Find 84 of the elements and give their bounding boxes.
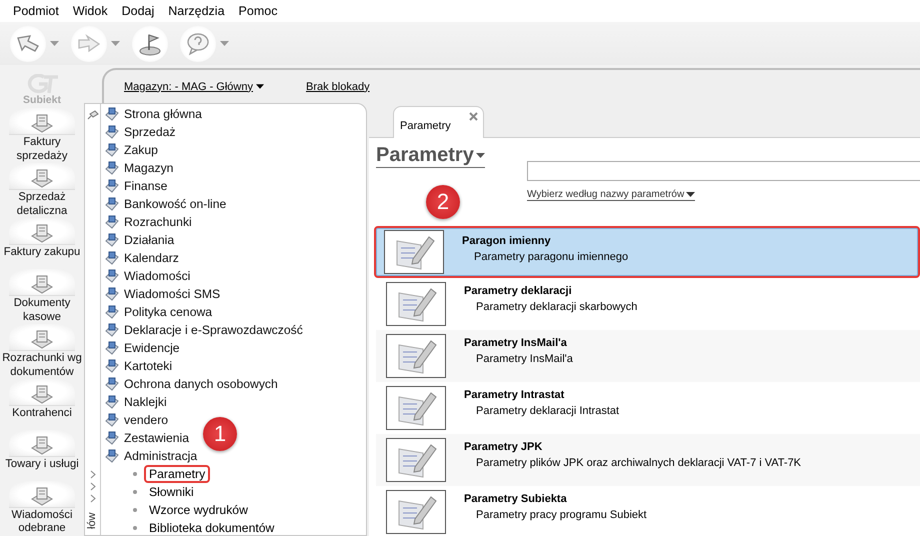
document-icon	[104, 394, 120, 410]
tree-item[interactable]: Zakup	[124, 143, 158, 157]
tree-item[interactable]: Strona główna	[124, 107, 202, 121]
tree-item[interactable]: Wiadomości	[124, 269, 190, 283]
document-icon	[104, 268, 120, 284]
search-field[interactable]	[527, 161, 920, 181]
nav-item[interactable]: Faktury sprzedaży	[0, 136, 84, 164]
toolbar-button[interactable]	[180, 26, 229, 62]
tree-item[interactable]: Zestawienia	[124, 431, 190, 445]
document-icon	[104, 106, 120, 122]
menu-item[interactable]: Widok	[66, 4, 115, 18]
tree-item[interactable]: Naklejki	[124, 395, 167, 409]
document-icon	[104, 196, 120, 212]
menu-item[interactable]: Narzędzia	[161, 4, 232, 18]
caret-icon	[686, 192, 696, 197]
toolbar-button[interactable]	[132, 26, 168, 62]
tree-item[interactable]: Kalendarz	[124, 251, 179, 265]
tree-item[interactable]: Polityka cenowa	[124, 305, 212, 319]
tree-item[interactable]: Kartoteki	[124, 359, 172, 373]
tree-item[interactable]: Bankowość on-line	[124, 197, 226, 211]
tree-item[interactable]: Parametry	[144, 465, 210, 483]
document-icon	[104, 250, 120, 266]
filter-link[interactable]: Wybierz według nazwy parametrów	[527, 189, 696, 201]
document-icon	[104, 412, 120, 428]
document-icon	[104, 340, 120, 356]
menu-item[interactable]: Podmiot	[6, 4, 66, 18]
nav-item[interactable]: Kontrahenci	[12, 407, 72, 421]
nav-item[interactable]: Sprzedaż detaliczna	[0, 191, 84, 218]
tree-item[interactable]: Słowniki	[144, 483, 199, 501]
document-icon	[104, 160, 120, 176]
caret-icon	[50, 41, 59, 46]
warehouse-link[interactable]: Magazyn: - MAG - Główny	[124, 80, 264, 92]
toolbar-button[interactable]	[10, 26, 59, 62]
parameter-row[interactable]: Parametry InsMail'a Parametry InsMail'a	[376, 330, 920, 382]
logo-text: Subiekt	[23, 94, 61, 106]
nav-item[interactable]: Wiadomości odebrane	[0, 508, 84, 536]
callout-badge: 1	[203, 417, 237, 451]
document-icon	[104, 232, 120, 248]
sidebar-label: łów	[86, 512, 98, 529]
document-icon	[104, 358, 120, 374]
tree-item[interactable]: Biblioteka dokumentów	[144, 519, 280, 536]
document-icon	[104, 304, 120, 320]
tree-item[interactable]: Ochrona danych osobowych	[124, 377, 278, 391]
arrow-icon	[16, 34, 40, 54]
tree-item[interactable]: Sprzedaż	[124, 125, 176, 139]
arrow-icon	[77, 34, 101, 54]
document-icon	[104, 124, 120, 140]
flag-icon	[138, 32, 162, 56]
tree-item[interactable]: vendero	[124, 413, 168, 427]
parameter-row[interactable]: Paragon imienny Parametry paragonu imiennego	[374, 226, 920, 278]
tree-item[interactable]: Deklaracje i e-Sprawozdawczość	[124, 323, 303, 337]
parameter-row[interactable]: Parametry JPK Parametry plików JPK oraz archiwalnych deklaracji VAT-7 i VAT-7K	[376, 434, 920, 486]
tree-item[interactable]: Rozrachunki	[124, 215, 192, 229]
tab[interactable]: Parametry	[393, 106, 484, 138]
nav-item[interactable]: Dokumenty kasowe	[0, 297, 84, 324]
document-icon	[104, 322, 120, 338]
document-icon	[104, 214, 120, 230]
tree-item[interactable]: Działania	[124, 233, 174, 247]
caret-icon	[476, 152, 485, 158]
close-icon[interactable]	[468, 112, 478, 121]
caret-icon	[220, 41, 229, 46]
tree-item[interactable]: Magazyn	[124, 161, 174, 175]
document-icon	[104, 448, 120, 464]
tree-item[interactable]: Administracja	[124, 449, 198, 463]
nav-item[interactable]: Faktury zakupu	[4, 246, 80, 260]
tree-item[interactable]: Ewidencje	[124, 341, 180, 355]
nav-item[interactable]: Towary i usługi	[5, 458, 79, 472]
caret-icon	[256, 84, 264, 89]
lock-link[interactable]: Brak blokady	[306, 80, 370, 92]
document-icon	[104, 430, 120, 446]
document-icon	[104, 142, 120, 158]
pin-icon	[86, 110, 98, 120]
document-icon	[104, 178, 120, 194]
help-icon	[186, 32, 210, 56]
document-icon	[104, 376, 120, 392]
menu-item[interactable]: Dodaj	[114, 4, 162, 18]
tree-item[interactable]: Finanse	[124, 179, 168, 193]
tree-item[interactable]: Wzorce wydruków	[144, 501, 253, 519]
caret-icon	[111, 41, 120, 46]
page-title[interactable]: Parametry	[376, 144, 485, 168]
document-icon	[104, 286, 120, 302]
menu-item[interactable]: Pomoc	[232, 4, 284, 18]
nav-item[interactable]: Rozrachunki wg dokumentów	[0, 352, 84, 380]
tree-item[interactable]: Wiadomości SMS	[124, 287, 220, 301]
